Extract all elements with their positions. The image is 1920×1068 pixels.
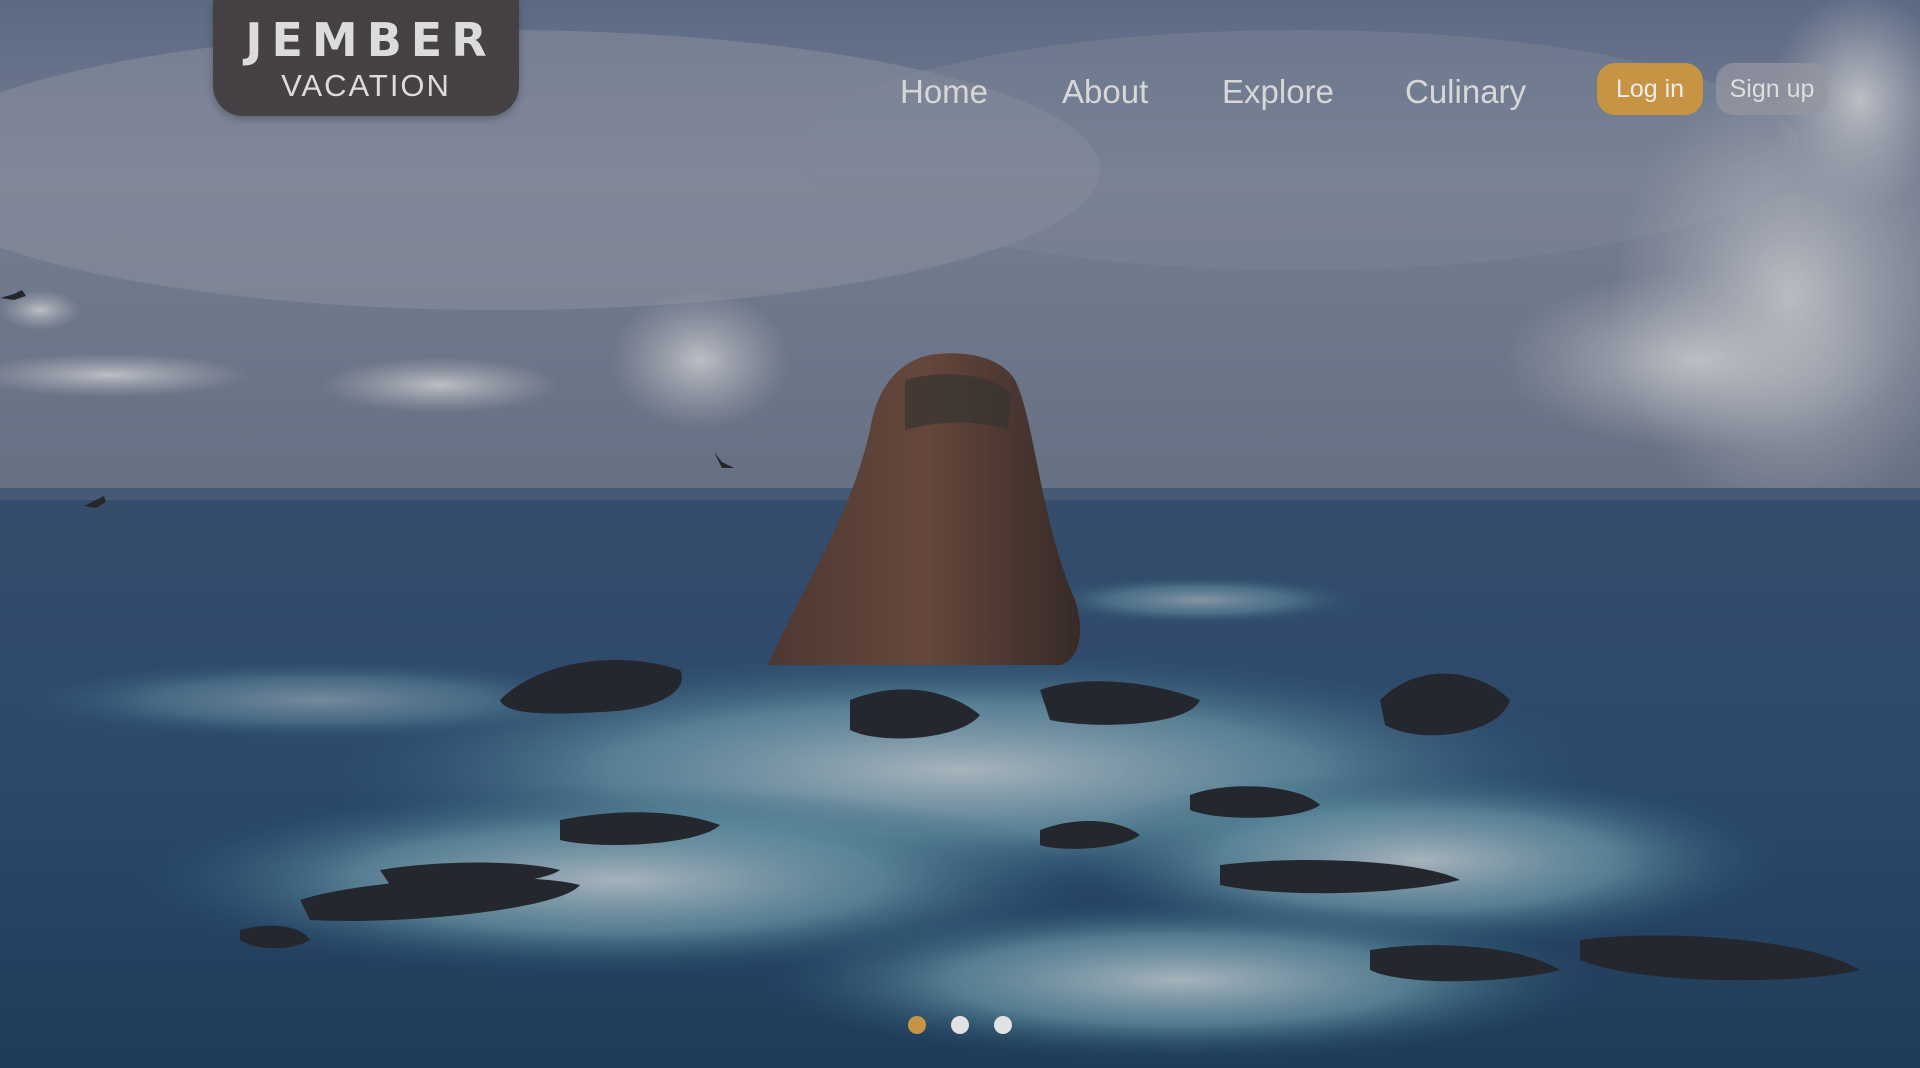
login-button[interactable]: Log in [1597, 63, 1703, 115]
logo-title: JEMBER [245, 13, 496, 67]
hero-background-image [0, 0, 1920, 1068]
nav-culinary-link[interactable]: Culinary [1405, 70, 1526, 114]
nav-explore-link[interactable]: Explore [1222, 70, 1334, 114]
carousel-dot-2[interactable] [951, 1016, 969, 1034]
nav-home-link[interactable]: Home [900, 70, 988, 114]
nav-about-link[interactable]: About [1062, 70, 1148, 114]
signup-button[interactable]: Sign up [1716, 63, 1828, 115]
hero-section: JEMBER VACATION Home About Explore Culin… [0, 0, 1920, 1068]
carousel-dot-1[interactable] [908, 1016, 926, 1034]
carousel-indicators [0, 1016, 1920, 1036]
carousel-dot-3[interactable] [994, 1016, 1012, 1034]
